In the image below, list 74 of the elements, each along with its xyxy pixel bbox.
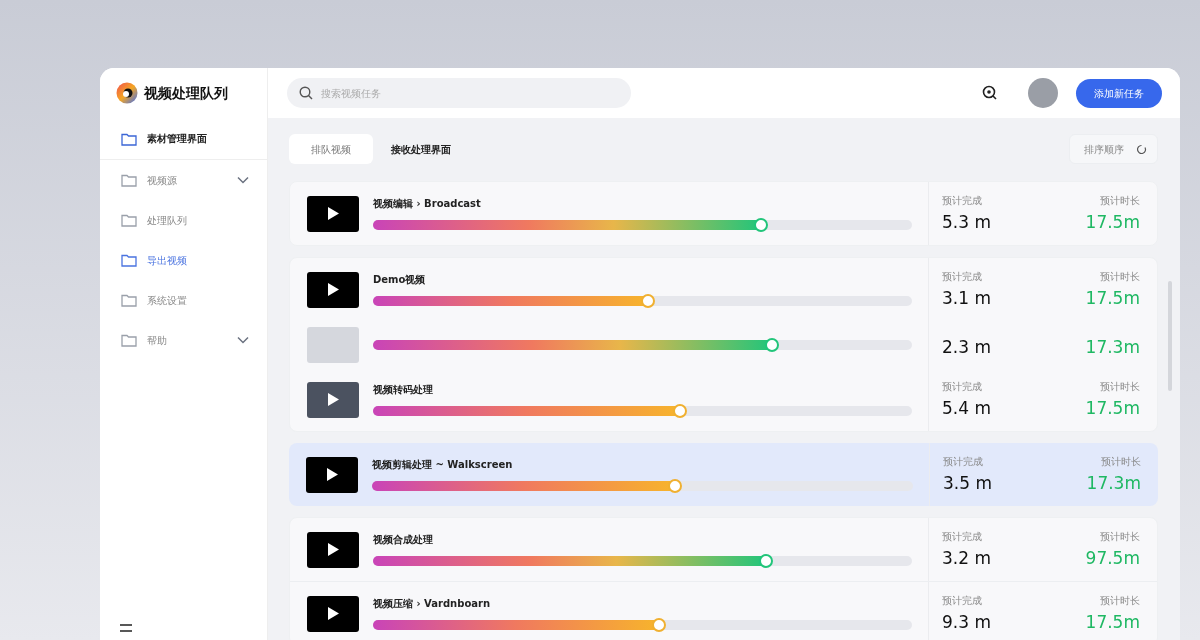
- stat-label: 预计完成: [942, 594, 983, 607]
- stat-label: 预计时长: [1100, 594, 1140, 607]
- progress-handle[interactable]: [651, 618, 666, 632]
- folder-icon: [121, 253, 137, 267]
- folder-icon: [121, 293, 137, 307]
- stat-label: 预计完成: [942, 380, 983, 393]
- selected-job-card[interactable]: 视频剪辑处理 ~ Walkscreen 预计完成 3.5 m 预计时长 17.3m: [289, 443, 1158, 506]
- video-title: 视频压缩 › Vardnboarn: [373, 597, 492, 611]
- stat-value: 5.3 m: [942, 211, 991, 233]
- progress-handle[interactable]: [673, 404, 688, 418]
- folder-icon: [121, 213, 137, 227]
- play-icon: [327, 543, 339, 556]
- folder-icon: [121, 333, 137, 347]
- job-card[interactable]: 视频合成处理 预计完成 3.2 m 预计时长 97.5m 视频压缩 › Vardnboarn 预计完成 9.3 m 预计时长 17.5m: [289, 517, 1158, 640]
- progress-handle[interactable]: [759, 554, 774, 568]
- stat-value: 17.5m: [1085, 287, 1140, 309]
- progress-handle[interactable]: [640, 294, 655, 308]
- folder-icon: [121, 131, 137, 146]
- video-title: Demo视频: [373, 273, 427, 287]
- stat-value: 17.5m: [1085, 611, 1140, 633]
- video-title: 视频编辑 › Broadcast: [373, 197, 482, 211]
- sidebar-item[interactable]: 素材管理界面: [100, 118, 267, 160]
- refresh-icon: [1136, 143, 1147, 155]
- folder-icon: [121, 173, 137, 187]
- progress-handle[interactable]: [667, 479, 682, 493]
- stat-label: 预计完成: [942, 530, 983, 543]
- zoom-search-icon[interactable]: [982, 85, 998, 101]
- menu-icon[interactable]: [120, 624, 132, 632]
- play-icon: [327, 207, 339, 220]
- stat-value: 17.5m: [1085, 211, 1140, 233]
- app-logo-icon: [116, 82, 138, 104]
- sidebar-item[interactable]: 导出视频: [100, 240, 267, 280]
- stat-value: 5.4 m: [942, 397, 991, 419]
- thumbnail-placeholder: [307, 326, 359, 363]
- stat-label: 预计完成: [942, 270, 983, 283]
- add-task-button[interactable]: 添加新任务: [1076, 78, 1162, 108]
- stat-value: 17.3m: [1086, 472, 1141, 494]
- sidebar-item[interactable]: 系统设置: [100, 280, 267, 320]
- stat-label: 预计完成: [943, 455, 984, 468]
- search-field[interactable]: 搜索视频任务: [287, 78, 631, 108]
- stat-value: 3.2 m: [942, 547, 991, 569]
- video-title: 视频剪辑处理 ~ Walkscreen: [372, 458, 514, 472]
- search-icon: [299, 86, 313, 100]
- stat-label: 预计时长: [1100, 194, 1140, 207]
- progress-handle[interactable]: [764, 337, 779, 352]
- app-title: 视频处理队列: [144, 83, 228, 103]
- job-card[interactable]: 视频编辑 › Broadcast 预计完成 5.3 m 预计时长 17.5m: [289, 181, 1158, 246]
- play-icon: [327, 607, 339, 620]
- stat-value: 3.5 m: [943, 472, 992, 494]
- stat-label: 预计时长: [1100, 270, 1140, 283]
- stat-label: 预计时长: [1100, 380, 1140, 393]
- avatar[interactable]: [1028, 78, 1058, 108]
- play-icon: [327, 393, 339, 406]
- stat-value: 17.3m: [1085, 335, 1140, 358]
- progress-handle[interactable]: [754, 218, 769, 232]
- sidebar-item[interactable]: 视频源: [100, 160, 267, 200]
- stat-value: 9.3 m: [942, 611, 991, 633]
- play-icon: [326, 468, 338, 481]
- stat-label: 预计完成: [942, 194, 983, 207]
- stat-value: 3.1 m: [942, 287, 991, 309]
- job-card[interactable]: Demo视频 预计完成 3.1 m 预计时长 17.5m 2.3 m 17.3m 视频转码处理 预计完成 5.4 m 预计时长 17.5m: [289, 257, 1158, 432]
- stat-label: 预计时长: [1101, 455, 1141, 468]
- video-title: 视频转码处理: [373, 383, 434, 397]
- sidebar-item[interactable]: 帮助: [100, 320, 267, 360]
- tab[interactable]: 接收处理界面: [375, 134, 467, 164]
- stat-value: 2.3 m: [942, 335, 991, 358]
- sidebar-item[interactable]: 处理队列: [100, 200, 267, 240]
- play-icon: [327, 283, 339, 296]
- sort-control[interactable]: 排序顺序: [1069, 134, 1158, 164]
- tab[interactable]: 排队视频: [289, 134, 373, 164]
- stat-label: 预计时长: [1100, 530, 1140, 543]
- stat-value: 17.5m: [1085, 397, 1140, 419]
- video-title: 视频合成处理: [373, 533, 434, 547]
- stat-value: 97.5m: [1085, 547, 1140, 569]
